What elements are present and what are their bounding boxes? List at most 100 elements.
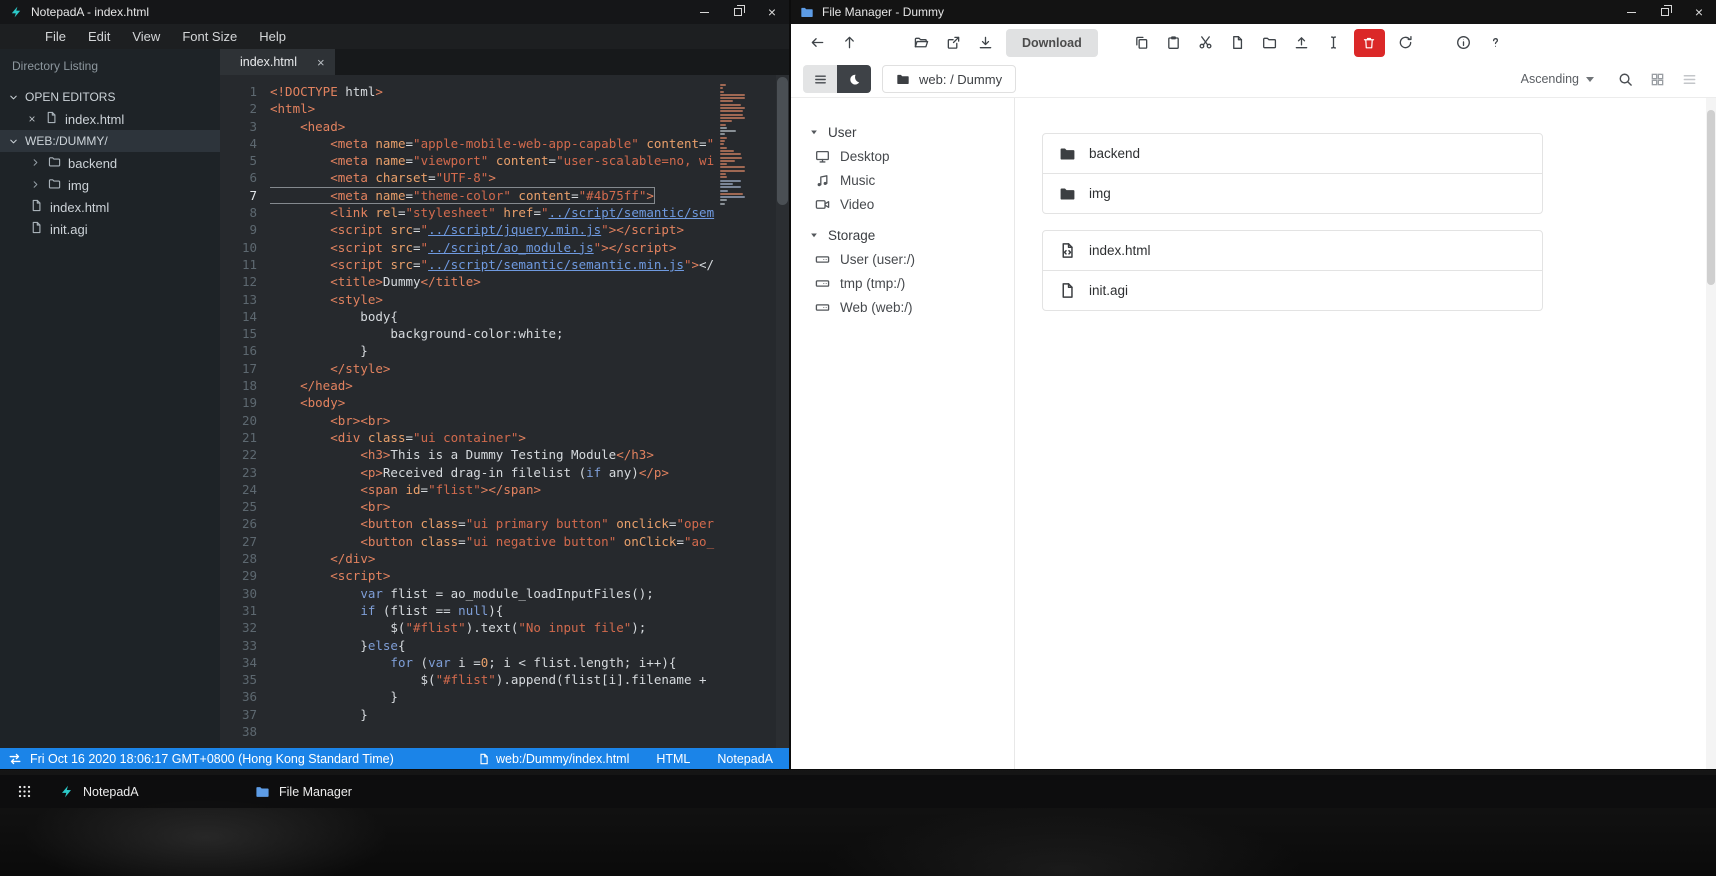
notepada-minimize-button[interactable] — [687, 0, 721, 24]
code-line-37[interactable]: } — [270, 706, 716, 723]
code-line-34[interactable]: for (var i =0; i < flist.length; i++){ — [270, 654, 716, 671]
refresh-button[interactable] — [1391, 28, 1420, 57]
tree-section-web-dummy-[interactable]: WEB:/DUMMY/ — [0, 130, 220, 152]
code-line-23[interactable]: <p>Received drag-in filelist (if any)</p… — [270, 464, 716, 481]
properties-button[interactable] — [1449, 28, 1478, 57]
taskbar-item-file-manager[interactable]: File Manager — [240, 775, 436, 808]
notepada-maximize-button[interactable] — [721, 0, 755, 24]
code-line-16[interactable]: } — [270, 342, 716, 359]
filemanager-minimize-button[interactable] — [1614, 0, 1648, 24]
filemanager-maximize-button[interactable] — [1648, 0, 1682, 24]
code-line-6[interactable]: <meta charset="UTF-8"> — [270, 169, 716, 186]
code-line-31[interactable]: if (flist == null){ — [270, 602, 716, 619]
sidebar-item-desktop[interactable]: Desktop — [808, 144, 1014, 168]
file-row-backend[interactable]: backend — [1042, 133, 1543, 174]
code-line-21[interactable]: <div class="ui container"> — [270, 429, 716, 446]
new-folder-button[interactable] — [1255, 28, 1284, 57]
file-row-init-agi[interactable]: init.agi — [1042, 270, 1543, 311]
code-line-15[interactable]: background-color:white; — [270, 325, 716, 342]
back-button[interactable] — [803, 28, 832, 57]
code-line-7[interactable]: <meta name="theme-color" content="#4b75f… — [270, 186, 716, 204]
up-button[interactable] — [835, 28, 864, 57]
code-line-9[interactable]: <script src="../script/jquery.min.js"></… — [270, 221, 716, 238]
code-line-17[interactable]: </style> — [270, 360, 716, 377]
filemanager-scrollbar[interactable] — [1706, 98, 1716, 769]
fm-section-user[interactable]: User — [808, 120, 1014, 144]
sidebar-item-tmp-tmp[interactable]: tmp (tmp:/) — [808, 271, 1014, 295]
tree-item-index-html[interactable]: × index.html — [0, 108, 220, 130]
delete-button[interactable] — [1353, 28, 1385, 57]
app-launcher-button[interactable] — [4, 775, 44, 808]
menu-view[interactable]: View — [121, 24, 171, 49]
code-line-33[interactable]: }else{ — [270, 637, 716, 654]
rename-button[interactable] — [1319, 28, 1348, 57]
code-line-19[interactable]: <body> — [270, 394, 716, 411]
code-line-4[interactable]: <meta name="apple-mobile-web-app-capable… — [270, 135, 716, 152]
statusbar-filepath[interactable]: web:/Dummy/index.html — [496, 752, 629, 766]
upload-button[interactable] — [1287, 28, 1316, 57]
code-line-24[interactable]: <span id="flist"></span> — [270, 481, 716, 498]
search-button[interactable] — [1610, 64, 1640, 94]
code-line-3[interactable]: <head> — [270, 118, 716, 135]
list-view-button[interactable] — [1674, 64, 1704, 94]
file-row-index-html[interactable]: index.html — [1042, 230, 1543, 271]
code-line-27[interactable]: <button class="ui negative button" onCli… — [270, 533, 716, 550]
code-line-13[interactable]: <style> — [270, 291, 716, 308]
open-button[interactable] — [907, 28, 936, 57]
editor-minimap[interactable] — [720, 84, 772, 208]
code-line-8[interactable]: <link rel="stylesheet" href="../script/s… — [270, 204, 716, 221]
editor-scrollbar-thumb[interactable] — [777, 77, 788, 205]
code-line-14[interactable]: body{ — [270, 308, 716, 325]
fm-section-storage[interactable]: Storage — [808, 223, 1014, 247]
menu-button[interactable] — [803, 65, 837, 93]
sidebar-item-video[interactable]: Video — [808, 192, 1014, 216]
code-line-38[interactable] — [270, 723, 716, 740]
code-line-32[interactable]: $("#flist").text("No input file"); — [270, 619, 716, 636]
sort-order-select[interactable]: Ascending — [1521, 72, 1594, 86]
code-line-10[interactable]: <script src="../script/ao_module.js"></s… — [270, 239, 716, 256]
dark-mode-toggle[interactable] — [837, 65, 871, 93]
code-line-35[interactable]: $("#flist").append(flist[i].filename + — [270, 671, 716, 688]
notepada-close-button[interactable]: × — [755, 0, 789, 24]
code-line-36[interactable]: } — [270, 688, 716, 705]
code-line-18[interactable]: </head> — [270, 377, 716, 394]
sidebar-item-web-web[interactable]: Web (web:/) — [808, 295, 1014, 319]
filemanager-close-button[interactable]: × — [1682, 0, 1716, 24]
code-line-30[interactable]: var flist = ao_module_loadInputFiles(); — [270, 585, 716, 602]
grid-view-button[interactable] — [1642, 64, 1672, 94]
breadcrumb[interactable]: web: / Dummy — [882, 65, 1017, 93]
file-row-img[interactable]: img — [1042, 173, 1543, 214]
close-file-icon[interactable]: × — [26, 112, 38, 126]
sidebar-item-user-user[interactable]: User (user:/) — [808, 247, 1014, 271]
code-line-26[interactable]: <button class="ui primary button" onclic… — [270, 515, 716, 532]
download-file-button[interactable] — [971, 28, 1000, 57]
download-button[interactable]: Download — [1006, 28, 1098, 57]
code-line-2[interactable]: <html> — [270, 100, 716, 117]
menu-help[interactable]: Help — [248, 24, 297, 49]
code-editor[interactable]: 1 2 3 4 5 6 7 8 9 10 11 12 13 14 15 16 17 18 19 20 21 22 23 24 2… — [220, 75, 789, 748]
code-line-12[interactable]: <title>Dummy</title> — [270, 273, 716, 290]
taskbar-item-notepada[interactable]: NotepadA — [44, 775, 240, 808]
tree-item-backend[interactable]: backend — [0, 152, 220, 174]
cut-button[interactable] — [1191, 28, 1220, 57]
code-line-29[interactable]: <script> — [270, 567, 716, 584]
new-file-button[interactable] — [1223, 28, 1252, 57]
code-line-1[interactable]: <!DOCTYPE html> — [270, 83, 716, 100]
code-content[interactable]: <!DOCTYPE html> <html> <head> <meta name=… — [270, 83, 716, 748]
code-line-25[interactable]: <br> — [270, 498, 716, 515]
menu-font-size[interactable]: Font Size — [171, 24, 248, 49]
tab-close-icon[interactable]: × — [317, 55, 325, 70]
help-button[interactable] — [1481, 28, 1510, 57]
menu-file[interactable]: File — [34, 24, 77, 49]
tree-item-img[interactable]: img — [0, 174, 220, 196]
filemanager-scrollbar-thumb[interactable] — [1707, 110, 1715, 285]
code-line-28[interactable]: </div> — [270, 550, 716, 567]
code-line-11[interactable]: <script src="../script/semantic/semantic… — [270, 256, 716, 273]
tree-item-index-html[interactable]: index.html — [0, 196, 220, 218]
tree-section-open-editors[interactable]: OPEN EDITORS — [0, 86, 220, 108]
menu-edit[interactable]: Edit — [77, 24, 121, 49]
tab-index-html[interactable]: index.html × — [220, 49, 335, 75]
paste-button[interactable] — [1159, 28, 1188, 57]
code-line-5[interactable]: <meta name="viewport" content="user-scal… — [270, 152, 716, 169]
sidebar-item-music[interactable]: Music — [808, 168, 1014, 192]
